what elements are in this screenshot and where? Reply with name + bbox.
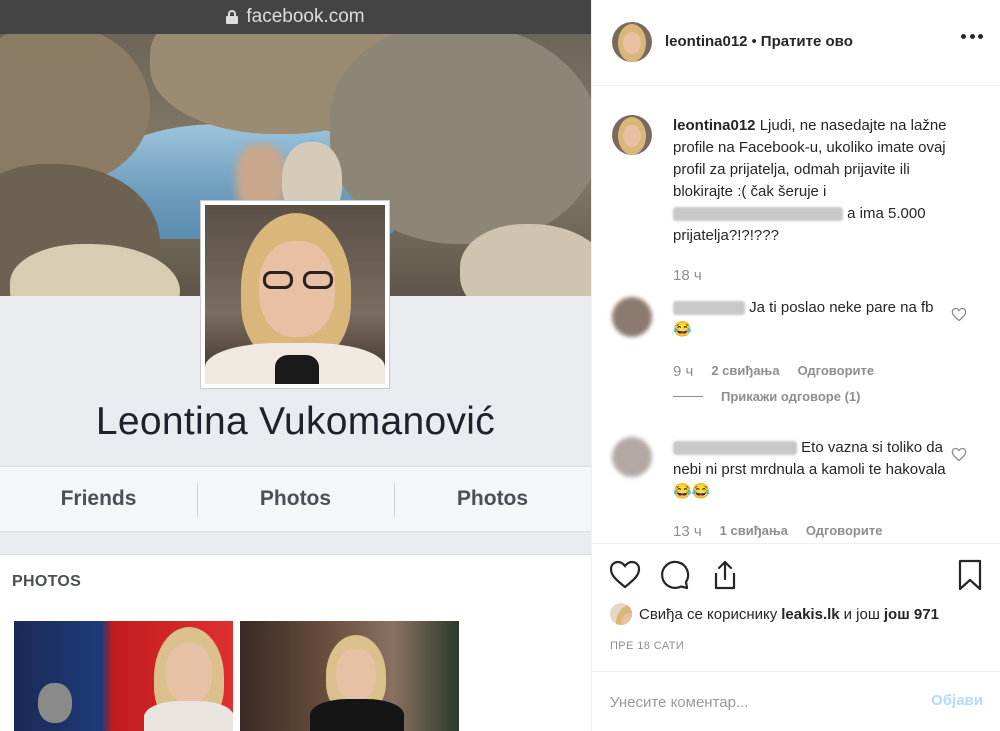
view-replies-button[interactable]: Прикажи одговоре (1)	[673, 389, 860, 404]
profile-picture	[200, 200, 390, 389]
follow-button[interactable]: Пратите ово	[761, 33, 853, 50]
caption-username[interactable]: leontina012	[673, 117, 756, 134]
view-replies-label: Прикажи одговоре (1)	[721, 389, 861, 404]
action-bar	[592, 543, 1000, 605]
post-image: facebook.com Leontina Vukomanović Friend…	[0, 0, 591, 731]
avatar[interactable]	[612, 437, 652, 477]
heart-icon[interactable]	[951, 447, 967, 462]
post-panel: leontina012 • Пратите ово leontina012 Ljud…	[591, 0, 1000, 731]
comment-likes[interactable]: 1 свиђања	[720, 523, 788, 540]
add-comment-bar: Објави	[592, 671, 1000, 731]
header-username[interactable]: leontina012	[665, 33, 748, 50]
avatar[interactable]	[612, 115, 652, 155]
avatar[interactable]	[612, 297, 652, 337]
liker-username[interactable]: leakis.lk	[781, 606, 839, 623]
comment-icon[interactable]	[658, 558, 692, 592]
photo-thumbnail	[240, 621, 459, 731]
likes-summary: Свиђа се кориснику leakis.lk и још још 9…	[610, 603, 943, 625]
bookmark-icon[interactable]	[953, 558, 987, 592]
avatar[interactable]	[610, 603, 632, 625]
blurred-username[interactable]	[673, 301, 745, 316]
blurred-username[interactable]	[673, 441, 797, 456]
tab-photos-2: Photos	[394, 483, 591, 517]
avatar[interactable]	[612, 22, 652, 62]
reply-button[interactable]: Одговорите	[798, 363, 875, 380]
likes-middle: и још	[843, 605, 880, 623]
header-separator: •	[751, 33, 757, 50]
photos-section: PHOTOS	[0, 554, 591, 731]
post-button[interactable]: Објави	[931, 692, 983, 709]
photos-heading: PHOTOS	[12, 573, 82, 590]
heart-icon[interactable]	[951, 307, 967, 322]
heart-icon[interactable]	[608, 558, 642, 592]
more-icon[interactable]	[961, 34, 983, 40]
profile-tabs: Friends Photos Photos	[0, 466, 591, 532]
lock-icon	[226, 10, 239, 24]
comment-input[interactable]	[610, 690, 910, 714]
browser-url-bar: facebook.com	[0, 0, 591, 34]
comment-time: 13 ч	[673, 523, 702, 540]
post-header: leontina012 • Пратите ово	[592, 0, 1000, 86]
post-date: ПРЕ 18 САТИ	[610, 640, 685, 652]
caption-time: 18 ч	[673, 267, 702, 284]
blurred-text	[673, 207, 843, 222]
comment-time: 9 ч	[673, 363, 694, 380]
share-icon[interactable]	[708, 558, 742, 592]
comment-likes[interactable]: 2 свиђања	[711, 363, 779, 380]
reply-button[interactable]: Одговорите	[806, 523, 883, 540]
likes-count[interactable]: још 971	[884, 606, 939, 623]
comments-list: leontina012 Ljudi, ne nasedajte na lažne…	[592, 87, 1000, 543]
tab-friends: Friends	[60, 487, 137, 510]
tab-photos: Photos	[197, 483, 394, 517]
likes-prefix: Свиђа се кориснику	[639, 605, 778, 623]
profile-name: Leontina Vukomanović	[95, 400, 496, 443]
photo-thumbnail	[14, 621, 233, 731]
url-text: facebook.com	[246, 6, 365, 27]
